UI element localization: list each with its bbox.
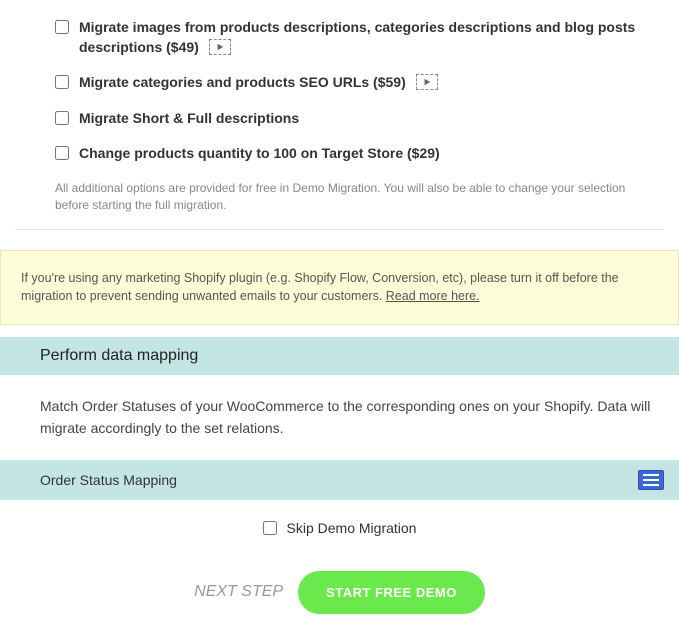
mapping-expand-button[interactable] bbox=[638, 470, 664, 490]
option-label: Migrate Short & Full descriptions bbox=[79, 109, 299, 129]
option-checkbox-seo-urls[interactable] bbox=[55, 75, 69, 89]
mapping-section-header: Perform data mapping bbox=[0, 337, 679, 375]
option-label: Change products quantity to 100 on Targe… bbox=[79, 144, 440, 164]
start-free-demo-button[interactable]: START FREE DEMO bbox=[298, 571, 485, 614]
video-icon[interactable] bbox=[209, 39, 231, 55]
skip-demo-checkbox[interactable] bbox=[263, 521, 277, 535]
option-row: Change products quantity to 100 on Targe… bbox=[15, 136, 664, 172]
option-label: Migrate categories and products SEO URLs… bbox=[79, 73, 438, 93]
mapping-bar-title: Order Status Mapping bbox=[40, 472, 177, 488]
skip-demo-label[interactable]: Skip Demo Migration bbox=[287, 520, 417, 536]
warning-text: If you're using any marketing Shopify pl… bbox=[21, 271, 619, 304]
option-row: Migrate Short & Full descriptions bbox=[15, 101, 664, 137]
option-row: Migrate images from products description… bbox=[15, 10, 664, 65]
footer-row: NEXT STEP START FREE DEMO bbox=[0, 556, 679, 639]
option-checkbox-migrate-images[interactable] bbox=[55, 20, 69, 34]
warning-link[interactable]: Read more here. bbox=[386, 289, 480, 303]
next-step-label: NEXT STEP bbox=[194, 583, 283, 601]
option-row: Migrate categories and products SEO URLs… bbox=[15, 65, 664, 101]
options-note: All additional options are provided for … bbox=[15, 172, 664, 230]
option-checkbox-quantity[interactable] bbox=[55, 146, 69, 160]
mapping-description: Match Order Statuses of your WooCommerce… bbox=[0, 375, 679, 460]
additional-options-list: Migrate images from products description… bbox=[0, 0, 679, 230]
warning-box: If you're using any marketing Shopify pl… bbox=[0, 250, 679, 326]
option-label: Migrate images from products description… bbox=[79, 18, 664, 57]
option-checkbox-descriptions[interactable] bbox=[55, 111, 69, 125]
skip-demo-row: Skip Demo Migration bbox=[0, 500, 679, 556]
video-icon[interactable] bbox=[416, 74, 438, 90]
order-status-mapping-bar: Order Status Mapping bbox=[0, 460, 679, 500]
